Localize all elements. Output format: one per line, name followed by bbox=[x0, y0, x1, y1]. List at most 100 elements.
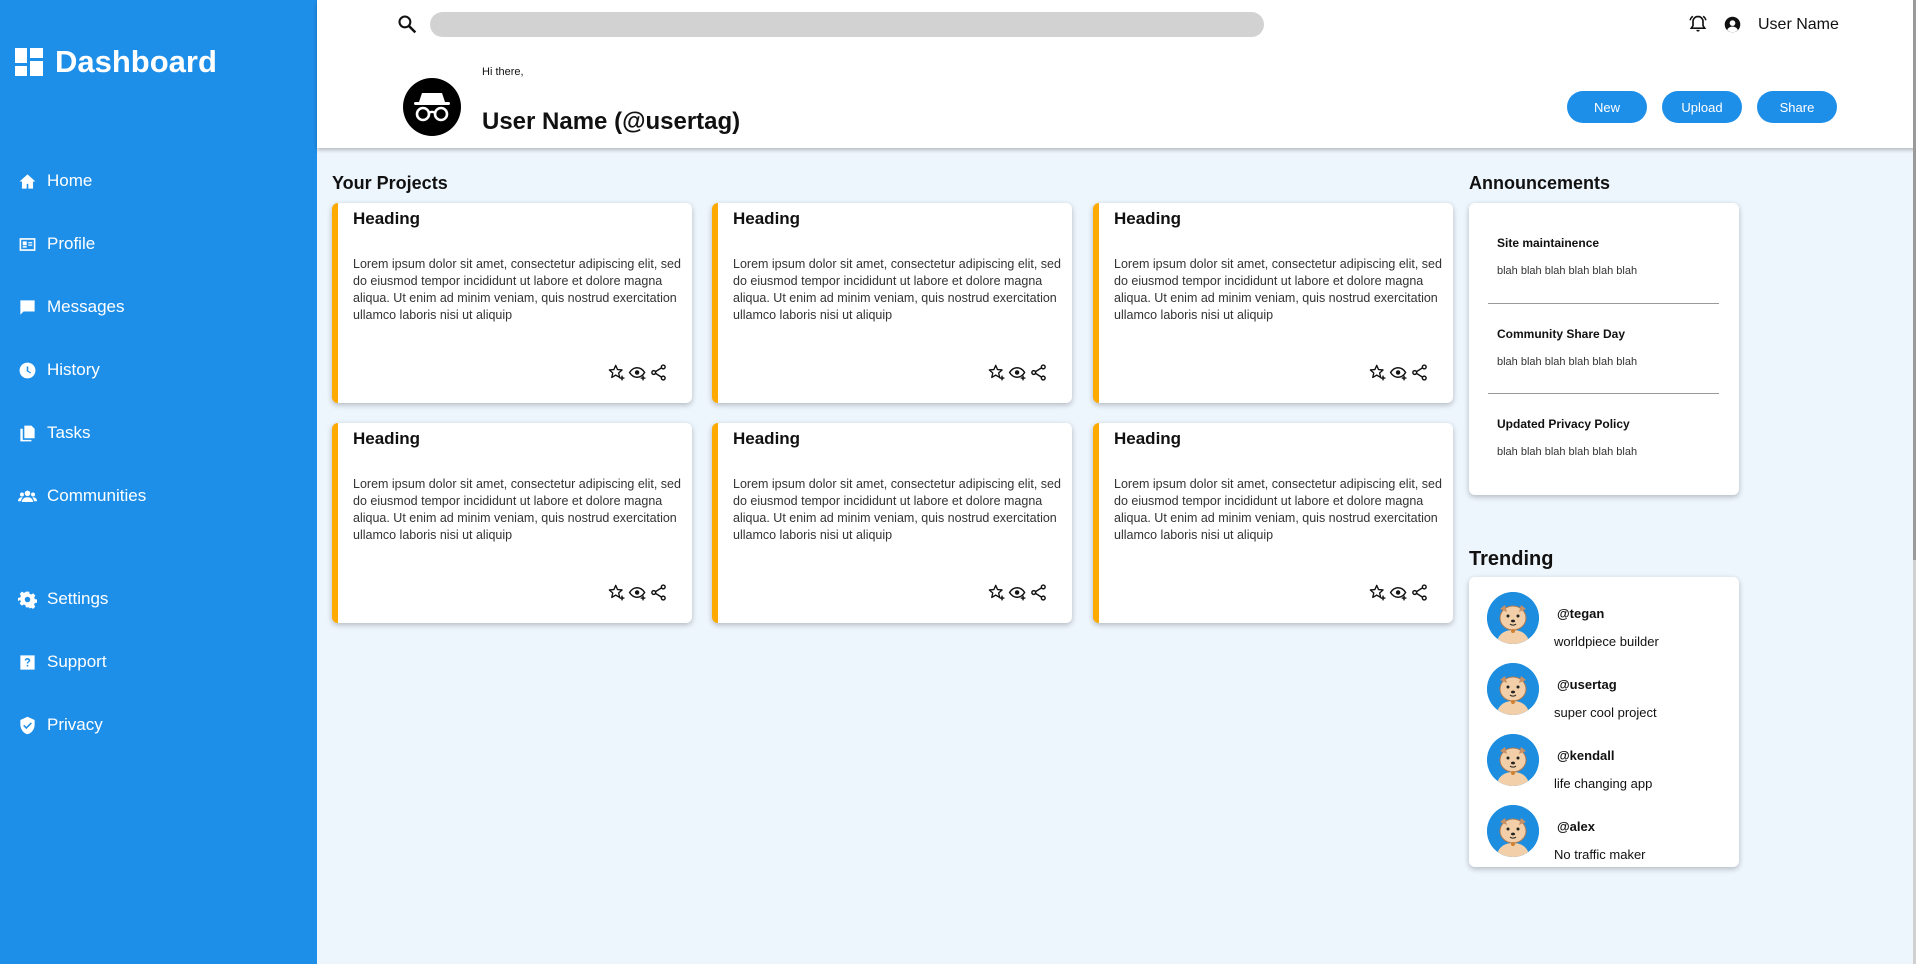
home-icon bbox=[19, 173, 36, 189]
profile-name: User Name (@usertag) bbox=[482, 108, 741, 135]
user-icon[interactable] bbox=[1724, 16, 1741, 33]
sidebar-item-label: Tasks bbox=[47, 423, 91, 442]
watch-add-icon[interactable] bbox=[1008, 363, 1027, 382]
card-heading: Heading bbox=[353, 429, 421, 448]
bell-icon[interactable] bbox=[1688, 14, 1708, 34]
announcement-text: blah blah blah blah blah blah bbox=[1497, 356, 1638, 368]
card-body: Lorem ipsum dolor sit amet, consectetur … bbox=[353, 257, 681, 322]
sidebar-item-label: Privacy bbox=[47, 715, 103, 734]
sidebar-item-label: Communities bbox=[47, 486, 147, 505]
upload-button[interactable]: Upload bbox=[1662, 91, 1742, 123]
watch-add-icon[interactable] bbox=[1008, 583, 1027, 602]
trending-desc: super cool project bbox=[1554, 705, 1657, 720]
sidebar-item-home[interactable]: Home bbox=[18, 171, 92, 191]
gear-icon bbox=[18, 591, 37, 609]
announcement-item[interactable]: Community Share Day blah blah blah blah … bbox=[1497, 327, 1637, 368]
sidebar-item-label: Messages bbox=[47, 297, 125, 316]
share-icon[interactable] bbox=[1029, 583, 1048, 602]
sidebar-item-communities[interactable]: Communities bbox=[18, 486, 146, 506]
divider bbox=[1488, 393, 1719, 394]
card-actions bbox=[987, 583, 1048, 602]
card-body: Lorem ipsum dolor sit amet, consectetur … bbox=[353, 477, 681, 542]
dashboard-icon bbox=[15, 48, 43, 76]
trending-handle[interactable]: @kendall bbox=[1557, 748, 1614, 763]
trending-handle[interactable]: @usertag bbox=[1557, 677, 1617, 692]
star-add-icon[interactable] bbox=[1368, 363, 1387, 382]
clock-icon bbox=[19, 362, 36, 378]
brand[interactable]: Dashboard bbox=[15, 44, 217, 80]
message-icon bbox=[20, 299, 35, 315]
watch-add-icon[interactable] bbox=[628, 583, 647, 602]
share-icon[interactable] bbox=[649, 363, 668, 382]
project-card[interactable]: Heading Lorem ipsum dolor sit amet, conse… bbox=[1093, 423, 1453, 623]
trending-desc: worldpiece builder bbox=[1554, 634, 1659, 649]
card-heading: Heading bbox=[1114, 209, 1182, 228]
dog-avatar-icon bbox=[1487, 734, 1539, 786]
share-icon[interactable] bbox=[1410, 583, 1429, 602]
sidebar-item-messages[interactable]: Messages bbox=[18, 297, 124, 317]
sidebar-item-privacy[interactable]: Privacy bbox=[18, 715, 103, 735]
new-button[interactable]: New bbox=[1567, 91, 1647, 123]
avatar[interactable] bbox=[1487, 734, 1539, 786]
project-card[interactable]: Heading Lorem ipsum dolor sit amet, conse… bbox=[712, 203, 1072, 403]
projects-title: Your Projects bbox=[332, 173, 448, 193]
sidebar-item-label: Settings bbox=[47, 589, 109, 608]
announcement-title: Community Share Day bbox=[1497, 327, 1626, 341]
user-name[interactable]: User Name bbox=[1758, 16, 1839, 34]
project-card[interactable]: Heading Lorem ipsum dolor sit amet, conse… bbox=[332, 423, 692, 623]
trending-handle[interactable]: @alex bbox=[1557, 819, 1595, 834]
search-input[interactable] bbox=[430, 12, 1264, 37]
watch-add-icon[interactable] bbox=[1389, 363, 1408, 382]
project-card[interactable]: Heading Lorem ipsum dolor sit amet, conse… bbox=[712, 423, 1072, 623]
sidebar-item-settings[interactable]: Settings bbox=[18, 589, 108, 609]
trending-desc: No traffic maker bbox=[1554, 847, 1646, 862]
share-button[interactable]: Share bbox=[1757, 91, 1837, 123]
share-icon[interactable] bbox=[1029, 363, 1048, 382]
trending-item[interactable]: @alex No traffic maker bbox=[1487, 805, 1727, 865]
star-add-icon[interactable] bbox=[987, 583, 1006, 602]
announcement-text: blah blah blah blah blah blah bbox=[1497, 446, 1638, 458]
share-icon[interactable] bbox=[649, 583, 668, 602]
share-icon[interactable] bbox=[1410, 363, 1429, 382]
watch-add-icon[interactable] bbox=[628, 363, 647, 382]
avatar[interactable] bbox=[1487, 592, 1539, 644]
watch-add-icon[interactable] bbox=[1389, 583, 1408, 602]
sidebar-item-label: History bbox=[47, 360, 100, 379]
trending-item[interactable]: @kendall life changing app bbox=[1487, 734, 1727, 794]
announcement-title: Updated Privacy Policy bbox=[1497, 417, 1630, 431]
card-actions bbox=[607, 583, 668, 602]
sidebar: Dashboard Home Profile Messages History … bbox=[0, 0, 317, 964]
star-add-icon[interactable] bbox=[607, 363, 626, 382]
dog-avatar-icon bbox=[1487, 805, 1539, 857]
avatar[interactable] bbox=[1487, 663, 1539, 715]
sidebar-item-support[interactable]: Support bbox=[18, 652, 107, 672]
card-body: Lorem ipsum dolor sit amet, consectetur … bbox=[1114, 477, 1442, 542]
greeting: Hi there, bbox=[482, 66, 524, 78]
star-add-icon[interactable] bbox=[607, 583, 626, 602]
sidebar-item-label: Support bbox=[47, 652, 107, 671]
search-icon[interactable] bbox=[397, 14, 417, 34]
sidebar-item-history[interactable]: History bbox=[18, 360, 100, 380]
dog-avatar-icon bbox=[1487, 663, 1539, 715]
card-body: Lorem ipsum dolor sit amet, consectetur … bbox=[1114, 257, 1442, 322]
divider bbox=[1488, 303, 1719, 304]
announcement-item[interactable]: Updated Privacy Policy blah blah blah bl… bbox=[1497, 417, 1637, 458]
star-add-icon[interactable] bbox=[987, 363, 1006, 382]
trending-handle[interactable]: @tegan bbox=[1557, 606, 1604, 621]
project-card[interactable]: Heading Lorem ipsum dolor sit amet, conse… bbox=[332, 203, 692, 403]
announcement-title: Site maintainence bbox=[1497, 236, 1600, 250]
project-card[interactable]: Heading Lorem ipsum dolor sit amet, conse… bbox=[1093, 203, 1453, 403]
card-actions bbox=[607, 363, 668, 382]
avatar[interactable] bbox=[1487, 805, 1539, 857]
trending-title: Trending bbox=[1469, 548, 1554, 570]
sidebar-item-tasks[interactable]: Tasks bbox=[18, 423, 90, 443]
help-icon bbox=[20, 654, 35, 670]
trending-item[interactable]: @usertag super cool project bbox=[1487, 663, 1727, 723]
announcement-item[interactable]: Site maintainence blah blah blah blah bl… bbox=[1497, 236, 1637, 277]
star-add-icon[interactable] bbox=[1368, 583, 1387, 602]
trending-item[interactable]: @tegan worldpiece builder bbox=[1487, 592, 1727, 652]
copy-icon bbox=[20, 425, 35, 441]
card-heading: Heading bbox=[733, 429, 801, 448]
sidebar-item-profile[interactable]: Profile bbox=[18, 234, 95, 254]
brand-title: Dashboard bbox=[55, 44, 217, 79]
